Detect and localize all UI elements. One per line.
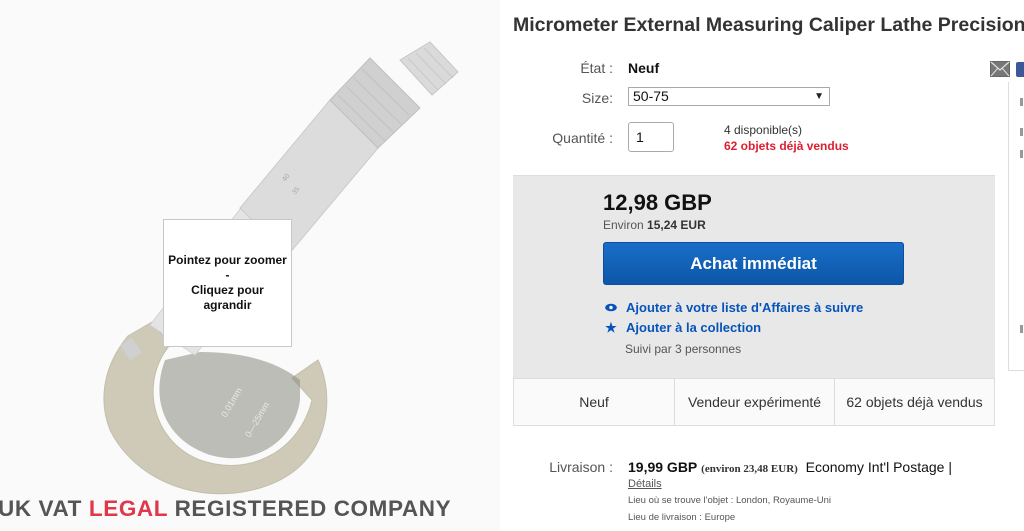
- badge-sold: 62 objets déjà vendus: [846, 394, 983, 410]
- zoom-hint-line: -: [225, 268, 230, 282]
- size-label: Size:: [581, 90, 613, 106]
- availability-text: 4 disponible(s): [724, 123, 803, 137]
- zoom-hint-line: Pointez pour zoomer: [168, 253, 287, 267]
- quantity-label: Quantité :: [552, 130, 613, 146]
- delivery-area: Lieu de livraison : Europe: [628, 512, 736, 523]
- watchlist-link-label: Ajouter à votre liste d'Affaires à suivr…: [626, 300, 864, 315]
- price-approx: Environ 15,24 EUR: [603, 218, 706, 232]
- shipping-details-link[interactable]: Détails: [628, 478, 662, 490]
- panel-mark: [1020, 150, 1023, 158]
- watermark-left: UK VAT: [0, 496, 89, 521]
- eye-icon: [605, 300, 617, 315]
- condition-label: État :: [580, 60, 613, 76]
- chevron-down-icon: ▼: [814, 91, 824, 102]
- collection-link[interactable]: ★ Ajouter à la collection: [605, 320, 761, 336]
- mail-icon[interactable]: [990, 61, 1010, 77]
- listing-title: Micrometer External Measuring Caliper La…: [513, 14, 1024, 36]
- followers-count: Suivi par 3 personnes: [625, 342, 742, 356]
- zoom-hint-line: Cliquez pour: [191, 283, 264, 297]
- panel-mark: [1020, 98, 1023, 106]
- panel-mark: [1020, 128, 1023, 136]
- product-image[interactable]: 0.01mm 0—25mm 40 35 Pointez pour zoomer …: [0, 0, 500, 531]
- listing-badges: Neuf Vendeur expérimenté 62 objets déjà …: [513, 378, 995, 426]
- size-select[interactable]: 50-75 ▼: [628, 87, 830, 106]
- item-location: Lieu où se trouve l'objet : London, Roya…: [628, 495, 832, 506]
- shipping-label: Livraison :: [549, 459, 613, 475]
- badge-seller: Vendeur expérimenté: [675, 379, 835, 425]
- sold-count: 62 objets déjà vendus: [724, 139, 849, 153]
- watermark-red: LEGAL: [88, 496, 168, 521]
- watermark-right: REGISTERED COMPANY: [167, 496, 452, 521]
- zoom-hint-box: Pointez pour zoomer - Cliquez pour agran…: [163, 219, 292, 347]
- shipping-price: 19,99 GBP: [628, 459, 698, 475]
- watchlist-link[interactable]: Ajouter à votre liste d'Affaires à suivr…: [605, 300, 863, 315]
- price-approx-prefix: Environ: [603, 218, 648, 232]
- star-icon: ★: [605, 320, 617, 335]
- quantity-input[interactable]: 1: [628, 122, 674, 152]
- price-approx-value: 15,24 EUR: [647, 218, 706, 232]
- shipping-service: Economy Int'l Postage |: [805, 459, 952, 475]
- watermark-text: UK VAT LEGAL REGISTERED COMPANY: [0, 496, 451, 522]
- condition-value: Neuf: [628, 60, 660, 76]
- share-button[interactable]: [1016, 62, 1024, 77]
- price: 12,98 GBP: [603, 190, 712, 215]
- shipping-price-row: 19,99 GBP (environ 23,48 EUR) Economy In…: [628, 459, 952, 475]
- zoom-hint-line: agrandir: [203, 298, 252, 312]
- collection-link-label: Ajouter à la collection: [626, 320, 762, 335]
- panel-mark: [1020, 325, 1023, 333]
- badge-condition: Neuf: [514, 379, 675, 425]
- shipping-approx: (environ 23,48 EUR): [701, 463, 798, 475]
- buy-it-now-button[interactable]: Achat immédiat: [603, 242, 904, 285]
- size-selected-value: 50-75: [633, 88, 669, 104]
